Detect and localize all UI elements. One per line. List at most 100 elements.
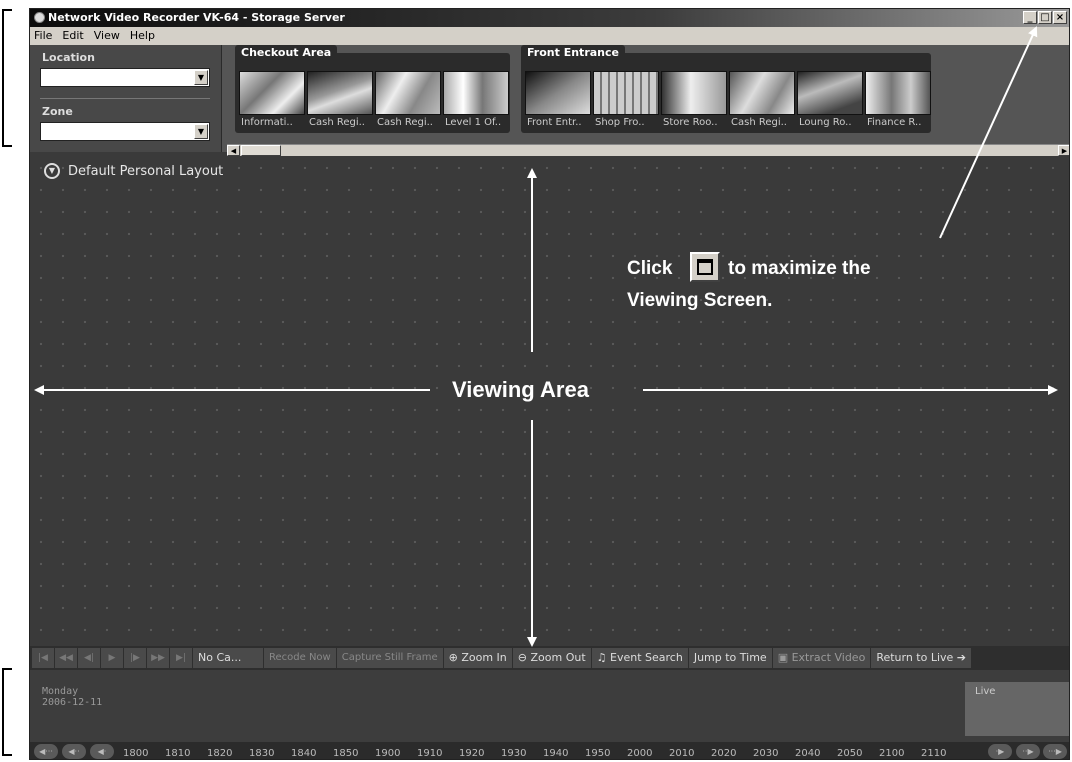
camera-thumbnail[interactable]: [525, 71, 591, 115]
camera-selection-panel: Location ▼ Zone ▼ Checkout Area Informat…: [30, 45, 1069, 156]
group-title[interactable]: Checkout Area: [235, 45, 338, 60]
camera-icon: [34, 12, 45, 23]
camera-thumbnail[interactable]: [865, 71, 931, 115]
menu-view[interactable]: View: [94, 27, 120, 45]
manual-figure: Network Video Recorder VK-64 - Storage S…: [0, 0, 1072, 762]
time-tick: 1920: [459, 748, 485, 759]
time-tick: 1850: [333, 748, 359, 759]
time-tick: 2000: [627, 748, 653, 759]
capture-still-frame-button[interactable]: Capture Still Frame: [336, 648, 443, 668]
horizontal-scrollbar[interactable]: ◀ ▶: [227, 144, 1069, 156]
event-search-label: Event Search: [610, 651, 683, 664]
location-label: Location: [42, 51, 95, 64]
forward-icon[interactable]: ··▶: [1016, 744, 1040, 759]
time-tick: 1910: [417, 748, 443, 759]
forward-step-icon[interactable]: ·▶: [988, 744, 1012, 759]
scroll-thumb[interactable]: [241, 145, 281, 156]
live-indicator: Live: [965, 682, 1069, 736]
divider: [40, 98, 210, 99]
camera-label: Cash Regi..: [731, 117, 787, 128]
play-icon[interactable]: ▶: [101, 648, 123, 668]
camera-label: Shop Fro..: [595, 117, 645, 128]
step-back-icon[interactable]: ◀|: [78, 648, 100, 668]
annotation-click: Click: [627, 258, 673, 279]
jump-to-time-button[interactable]: Jump to Time: [688, 648, 772, 668]
rewind-icon[interactable]: ◀··: [62, 744, 86, 759]
forward-far-icon[interactable]: ···▶: [1043, 744, 1067, 759]
camera-label: Loung Ro..: [799, 117, 852, 128]
camera-thumbnail[interactable]: [593, 71, 659, 115]
date-display: Monday 2006-12-11: [42, 686, 102, 708]
time-scale[interactable]: ◀··· ◀·· ◀· 1800 1810 1820 1830 1840 1850 1900…: [30, 742, 1069, 759]
annotation-maximize-text: to maximize the: [728, 258, 871, 279]
fast-rewind-icon[interactable]: ◀◀: [55, 648, 77, 668]
title-bar: Network Video Recorder VK-64 - Storage S…: [30, 9, 1069, 27]
time-tick: 1930: [501, 748, 527, 759]
time-tick: 1950: [585, 748, 611, 759]
minimize-button[interactable]: _: [1023, 11, 1037, 24]
close-icon: ×: [1055, 12, 1065, 23]
camera-group-checkout-area: Checkout Area Informati.. Cash Regi.. Ca…: [235, 45, 510, 133]
timeline-bracket: [2, 668, 12, 756]
date-label: 2006-12-11: [42, 697, 103, 708]
camera-name-field: No Ca...: [193, 648, 263, 668]
event-search-button[interactable]: ♫ Event Search: [591, 648, 688, 668]
fast-forward-icon[interactable]: ▶▶: [147, 648, 169, 668]
extract-video-button[interactable]: ▣ Extract Video: [772, 648, 871, 668]
camera-thumbnail[interactable]: [307, 71, 373, 115]
chevron-down-icon: ▼: [194, 70, 208, 85]
rewind-step-icon[interactable]: ◀·: [90, 744, 114, 759]
time-tick: 1840: [291, 748, 317, 759]
camera-label: Cash Regi..: [309, 117, 365, 128]
menu-bar: File Edit View Help: [30, 27, 1069, 45]
camera-label: Finance R..: [867, 117, 922, 128]
menu-help[interactable]: Help: [130, 27, 155, 45]
timeline-panel[interactable]: Monday 2006-12-11 Live ◀··· ◀·· ◀· 1800 1…: [30, 670, 1069, 759]
rewind-far-icon[interactable]: ◀···: [34, 744, 58, 759]
skip-end-icon[interactable]: ▶|: [170, 648, 192, 668]
time-tick: 2050: [837, 748, 863, 759]
camera-label: Cash Regi..: [377, 117, 433, 128]
top-panel-bracket: [2, 9, 12, 147]
zoom-in-label: Zoom In: [461, 651, 507, 664]
group-title[interactable]: Front Entrance: [521, 45, 625, 60]
window-title: Network Video Recorder VK-64 - Storage S…: [48, 11, 345, 24]
time-tick: 1800: [123, 748, 149, 759]
zoom-out-button[interactable]: ⊖ Zoom Out: [512, 648, 591, 668]
filter-controls: Location ▼ Zone ▼: [30, 45, 222, 152]
return-to-live-label: Return to Live: [876, 651, 954, 664]
menu-file[interactable]: File: [34, 27, 52, 45]
camera-thumbnail[interactable]: [443, 71, 509, 115]
camera-thumbnail[interactable]: [239, 71, 305, 115]
location-dropdown[interactable]: ▼: [40, 68, 210, 87]
camera-thumbnail[interactable]: [661, 71, 727, 115]
floppy-disk-icon: ▣: [777, 651, 792, 664]
camera-thumbnail[interactable]: [797, 71, 863, 115]
return-to-live-button[interactable]: Return to Live ➔: [871, 648, 972, 668]
chevron-down-circle-icon[interactable]: ▼: [44, 163, 60, 179]
time-tick: 2010: [669, 748, 695, 759]
time-tick: 1810: [165, 748, 191, 759]
magnifier-plus-icon: ⊕: [448, 651, 462, 664]
zoom-in-button[interactable]: ⊕ Zoom In: [443, 648, 512, 668]
maximize-button[interactable]: □: [1038, 11, 1052, 24]
zone-dropdown[interactable]: ▼: [40, 122, 210, 141]
chevron-down-icon: ▼: [194, 124, 208, 139]
extract-video-label: Extract Video: [791, 651, 866, 664]
zoom-out-label: Zoom Out: [530, 651, 586, 664]
camera-label: Store Roo..: [663, 117, 718, 128]
time-tick: 1940: [543, 748, 569, 759]
live-label: Live: [975, 686, 996, 697]
maximize-icon: □: [1040, 12, 1050, 23]
scroll-right-icon[interactable]: ▶: [1058, 145, 1069, 156]
close-button[interactable]: ×: [1053, 11, 1067, 24]
camera-thumbnail[interactable]: [375, 71, 441, 115]
record-now-button[interactable]: Recode Now: [264, 648, 336, 668]
scroll-left-icon[interactable]: ◀: [227, 145, 240, 156]
skip-start-icon[interactable]: |◀: [32, 648, 54, 668]
menu-edit[interactable]: Edit: [62, 27, 83, 45]
camera-thumbnail[interactable]: [729, 71, 795, 115]
step-forward-icon[interactable]: |▶: [124, 648, 146, 668]
magnifier-minus-icon: ⊖: [517, 651, 531, 664]
layout-header[interactable]: ▼ Default Personal Layout: [44, 163, 223, 179]
